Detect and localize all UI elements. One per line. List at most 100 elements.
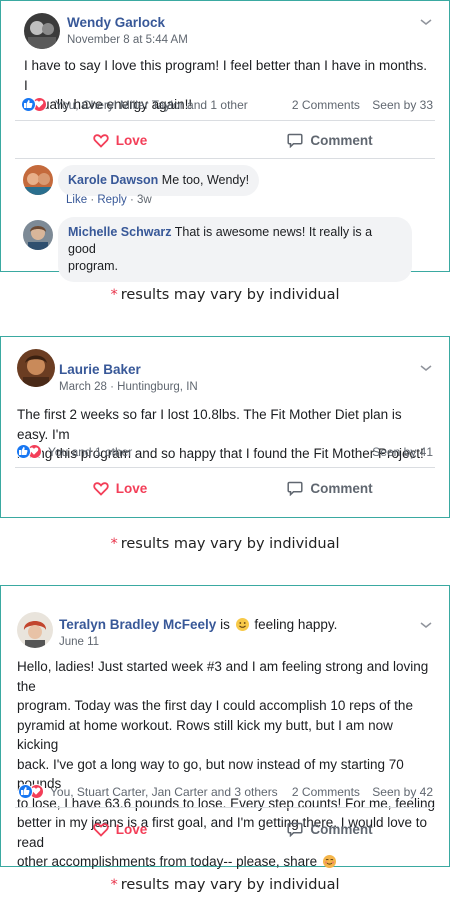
- seen-by[interactable]: Seen by 33: [372, 98, 433, 112]
- comment-bubble: Karole Dawson Me too, Wendy!: [58, 165, 260, 196]
- seen-by[interactable]: Seen by 42: [372, 785, 433, 799]
- heart-outline-icon: [93, 481, 109, 496]
- reaction-stats: 2 Comments Seen by 42: [283, 785, 433, 799]
- comment-bubble-icon: [287, 822, 303, 837]
- comment-michelle: Michelle Schwarz That is awesome news! I…: [23, 217, 435, 282]
- comment-text: program.: [68, 259, 119, 273]
- love-label: Love: [115, 821, 148, 837]
- post-text-line: program. Today was the first day I could…: [17, 698, 413, 713]
- author-line: Wendy Garlock: [67, 15, 165, 30]
- like-reaction-icon: [21, 97, 36, 112]
- reaction-names[interactable]: You, Cheryl Miller Taylor and 1 other: [55, 98, 248, 112]
- like-reaction-icon: [16, 444, 31, 459]
- disclaimer-text: results may vary by individual: [120, 877, 340, 893]
- post-timestamp[interactable]: March 28 · Huntingburg, IN: [59, 381, 198, 393]
- chevron-down-icon[interactable]: [419, 363, 433, 373]
- comment-like-link[interactable]: Like: [66, 194, 87, 206]
- post-text-line: The first 2 weeks so far I lost 10.8lbs.…: [17, 407, 402, 442]
- comment-label: Comment: [310, 480, 373, 496]
- reaction-icons[interactable]: [18, 784, 48, 799]
- love-button[interactable]: Love: [15, 122, 225, 158]
- avatar[interactable]: [24, 13, 60, 49]
- post-timestamp[interactable]: November 8 at 5:44 AM: [67, 34, 188, 46]
- love-button[interactable]: Love: [15, 470, 225, 506]
- asterisk: *: [110, 287, 118, 303]
- reaction-names[interactable]: You, Stuart Carter, Jan Carter and 3 oth…: [50, 785, 278, 799]
- avatar[interactable]: [23, 165, 53, 195]
- post-text-segment: other accomplishments from today-- pleas…: [17, 854, 318, 869]
- chevron-down-icon[interactable]: [419, 17, 433, 27]
- author-name[interactable]: Wendy Garlock: [67, 15, 165, 30]
- comment-bubble-icon: [287, 481, 303, 496]
- author-name[interactable]: Laurie Baker: [59, 362, 141, 377]
- avatar[interactable]: [17, 612, 53, 648]
- author-name[interactable]: Teralyn Bradley McFeely: [59, 617, 216, 632]
- love-button[interactable]: Love: [15, 811, 225, 847]
- post-card-laurie: Laurie Baker March 28 · Huntingburg, IN …: [0, 336, 450, 518]
- blush-emoji-icon: [322, 855, 336, 868]
- commenter-name[interactable]: Michelle Schwarz: [68, 225, 172, 239]
- comment-label: Comment: [310, 821, 373, 837]
- comment-reply-link[interactable]: Reply: [97, 194, 126, 206]
- reaction-icons[interactable]: [21, 97, 51, 112]
- post-actions: Love Comment: [15, 811, 435, 847]
- divider: [15, 807, 435, 808]
- comments-count[interactable]: 2 Comments: [292, 98, 360, 112]
- comment-label: Comment: [310, 132, 373, 148]
- comments-count[interactable]: 2 Comments: [292, 785, 360, 799]
- heart-outline-icon: [93, 133, 109, 148]
- post-card-wendy: Wendy Garlock November 8 at 5:44 AM I ha…: [0, 0, 450, 282]
- reactions-bar: You and 1 other Seen by 41: [16, 443, 433, 461]
- reaction-names[interactable]: You and 1 other: [48, 445, 132, 459]
- reaction-stats: Seen by 41: [363, 445, 433, 459]
- love-label: Love: [115, 132, 148, 148]
- comment-bubble-icon: [287, 133, 303, 148]
- feeling-text[interactable]: feeling happy.: [251, 617, 337, 632]
- feeling-prefix: is: [216, 617, 234, 632]
- commenter-name[interactable]: Karole Dawson: [68, 173, 158, 187]
- post-text-line: other accomplishments from today-- pleas…: [17, 852, 437, 872]
- disclaimer: * results may vary by individual: [0, 536, 450, 552]
- reaction-icons[interactable]: [16, 444, 46, 459]
- post-header: Wendy Garlock November 8 at 5:44 AM: [15, 13, 435, 53]
- author-line: Laurie Baker: [59, 362, 141, 377]
- disclaimer-text: results may vary by individual: [120, 287, 340, 303]
- post-card-teralyn: Teralyn Bradley McFeely is feeling happy…: [0, 585, 450, 869]
- comment-time[interactable]: 3w: [137, 194, 152, 206]
- comment-button[interactable]: Comment: [225, 470, 435, 506]
- asterisk: *: [110, 877, 118, 893]
- disclaimer: * results may vary by individual: [0, 287, 450, 303]
- like-reaction-icon: [18, 784, 33, 799]
- reaction-stats: 2 Comments Seen by 33: [283, 98, 433, 112]
- comment-karole: Karole Dawson Me too, Wendy! Like · Repl…: [23, 165, 435, 210]
- post-text-line: I have to say I love this program! I fee…: [24, 58, 427, 93]
- reactions-bar: You, Cheryl Miller Taylor and 1 other 2 …: [21, 96, 433, 114]
- separator-dot: ·: [129, 194, 137, 206]
- avatar[interactable]: [17, 349, 55, 387]
- disclaimer: * results may vary by individual: [0, 877, 450, 893]
- asterisk: *: [110, 536, 118, 552]
- smiley-icon: [235, 618, 249, 631]
- post-header: Teralyn Bradley McFeely is feeling happy…: [15, 598, 435, 648]
- post-actions: Love Comment: [15, 122, 435, 158]
- chevron-down-icon[interactable]: [419, 620, 433, 630]
- seen-by[interactable]: Seen by 41: [372, 445, 433, 459]
- comment-bubble: Michelle Schwarz That is awesome news! I…: [58, 217, 412, 282]
- avatar[interactable]: [23, 220, 53, 250]
- comment-button[interactable]: Comment: [225, 122, 435, 158]
- comment-button[interactable]: Comment: [225, 811, 435, 847]
- post-text-line: Hello, ladies! Just started week #3 and …: [17, 659, 429, 694]
- divider: [15, 158, 435, 159]
- author-line: Teralyn Bradley McFeely is feeling happy…: [59, 617, 337, 632]
- comment-actions: Like · Reply · 3w: [66, 194, 152, 206]
- post-text-line: pyramid at home workout. Rows still kick…: [17, 717, 393, 753]
- disclaimer-text: results may vary by individual: [120, 536, 340, 552]
- heart-outline-icon: [93, 822, 109, 837]
- post-timestamp[interactable]: June 11: [59, 636, 99, 648]
- divider: [15, 467, 435, 468]
- love-label: Love: [115, 480, 148, 496]
- divider: [15, 120, 435, 121]
- comment-text: Me too, Wendy!: [158, 173, 250, 187]
- comment-line: Michelle Schwarz That is awesome news! I…: [68, 224, 402, 258]
- post-actions: Love Comment: [15, 470, 435, 506]
